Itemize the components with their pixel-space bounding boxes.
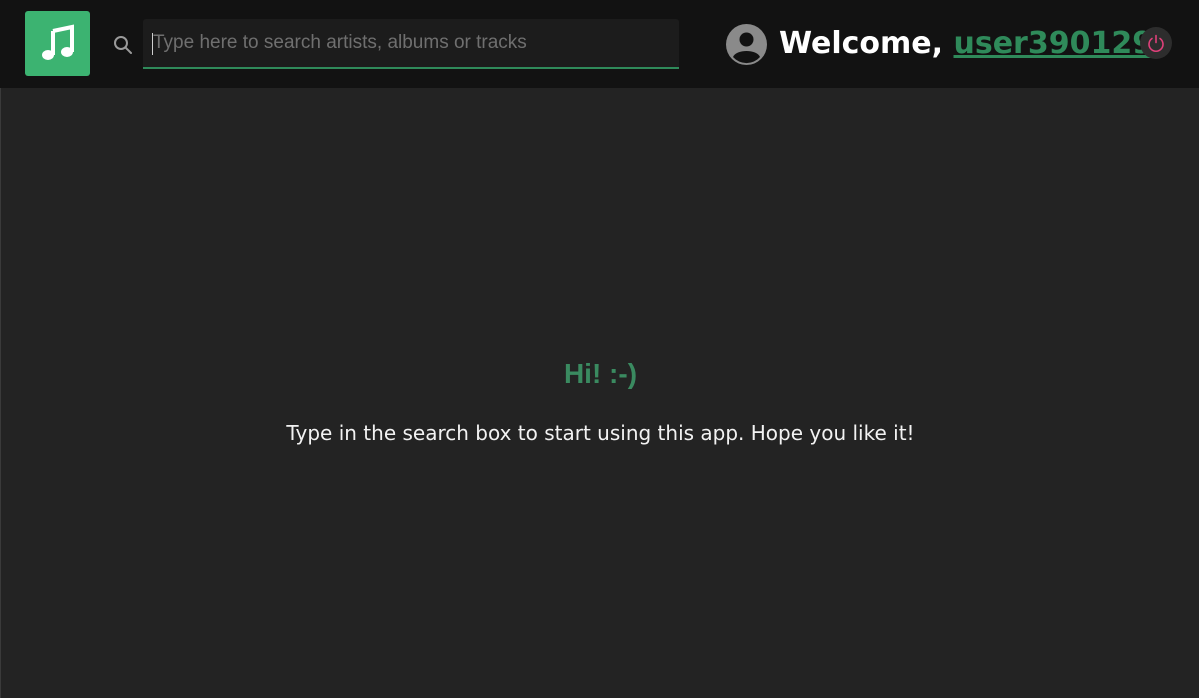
text-cursor: [152, 33, 153, 55]
search-icon: [114, 36, 132, 54]
welcome-message: Welcome, user390129!: [779, 22, 1167, 66]
username-link[interactable]: user390129: [954, 26, 1154, 61]
greeting-heading: Hi! :-): [563, 358, 638, 389]
search-input[interactable]: [143, 19, 679, 69]
power-icon: [1148, 34, 1164, 52]
logout-button[interactable]: [1140, 27, 1172, 59]
hint-text: Type in the search box to start using th…: [286, 421, 915, 445]
app-logo[interactable]: [25, 11, 90, 76]
app-header: Welcome, user390129!: [0, 0, 1199, 88]
welcome-prefix: Welcome,: [779, 26, 954, 61]
music-note-icon: [41, 24, 74, 60]
main-content: Hi! :-) Type in the search box to start …: [0, 88, 1199, 698]
user-avatar-icon: [726, 24, 767, 65]
